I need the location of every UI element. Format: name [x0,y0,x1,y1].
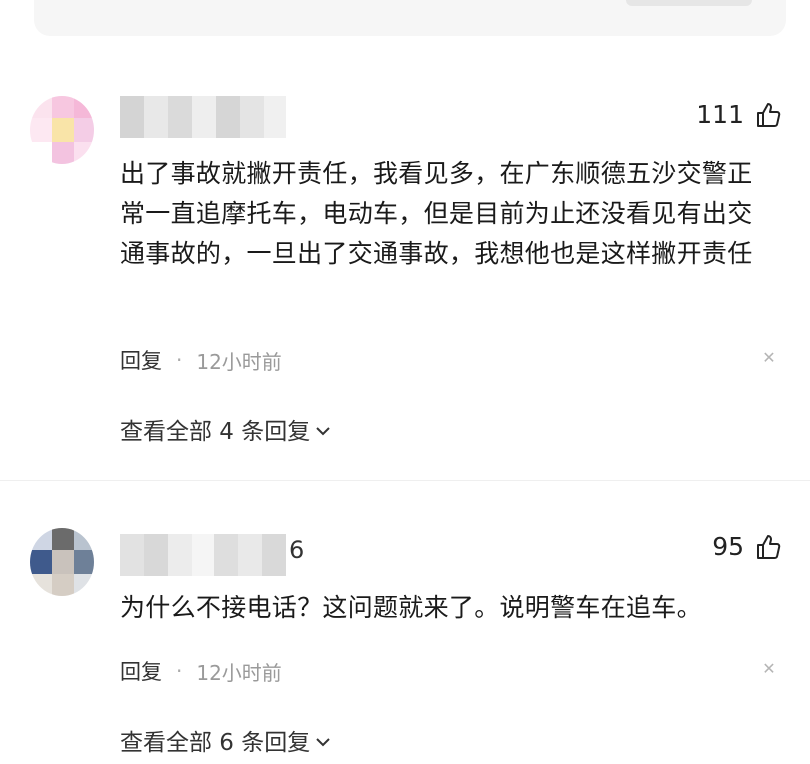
comment-meta: 回复 · 12小时前 [120,656,282,686]
username-blurred[interactable] [120,96,286,138]
previous-action-pill [626,0,752,6]
username-suffix: 6 [289,536,305,564]
comment-meta: 回复 · 12小时前 [120,345,282,375]
view-replies-label: 查看全部 4 条回复 [120,419,311,445]
reply-button[interactable]: 回复 [120,656,162,686]
view-all-replies-button[interactable]: 查看全部 6 条回复 [120,723,332,757]
view-replies-label: 查看全部 6 条回复 [120,730,311,756]
like-count: 111 [696,100,744,129]
avatar[interactable] [30,528,94,596]
reply-button[interactable]: 回复 [120,345,162,375]
username-blurred[interactable] [120,534,286,576]
comment-text: 为什么不接电话？这问题就来了。说明警车在追车。 [120,593,702,622]
chevron-down-icon [314,420,332,438]
close-icon[interactable]: ✕ [762,661,776,677]
comment-divider [0,480,810,481]
meta-separator: · [176,348,183,372]
like-count: 95 [712,532,744,561]
thumbs-up-icon [754,101,782,129]
timestamp: 12小时前 [196,660,282,685]
like-button[interactable]: 95 [712,532,782,561]
close-icon[interactable]: ✕ [762,350,776,366]
thumbs-up-icon [754,533,782,561]
avatar[interactable] [30,96,94,164]
timestamp: 12小时前 [196,349,282,374]
chevron-down-icon [314,731,332,749]
view-all-replies-button[interactable]: 查看全部 4 条回复 [120,412,332,446]
comment-text: 出了事故就撇开责任，我看见多，在广东顺德五沙交警正常一直追摩托车，电动车，但是目… [120,159,753,268]
like-button[interactable]: 111 [696,100,782,129]
meta-separator: · [176,659,183,683]
